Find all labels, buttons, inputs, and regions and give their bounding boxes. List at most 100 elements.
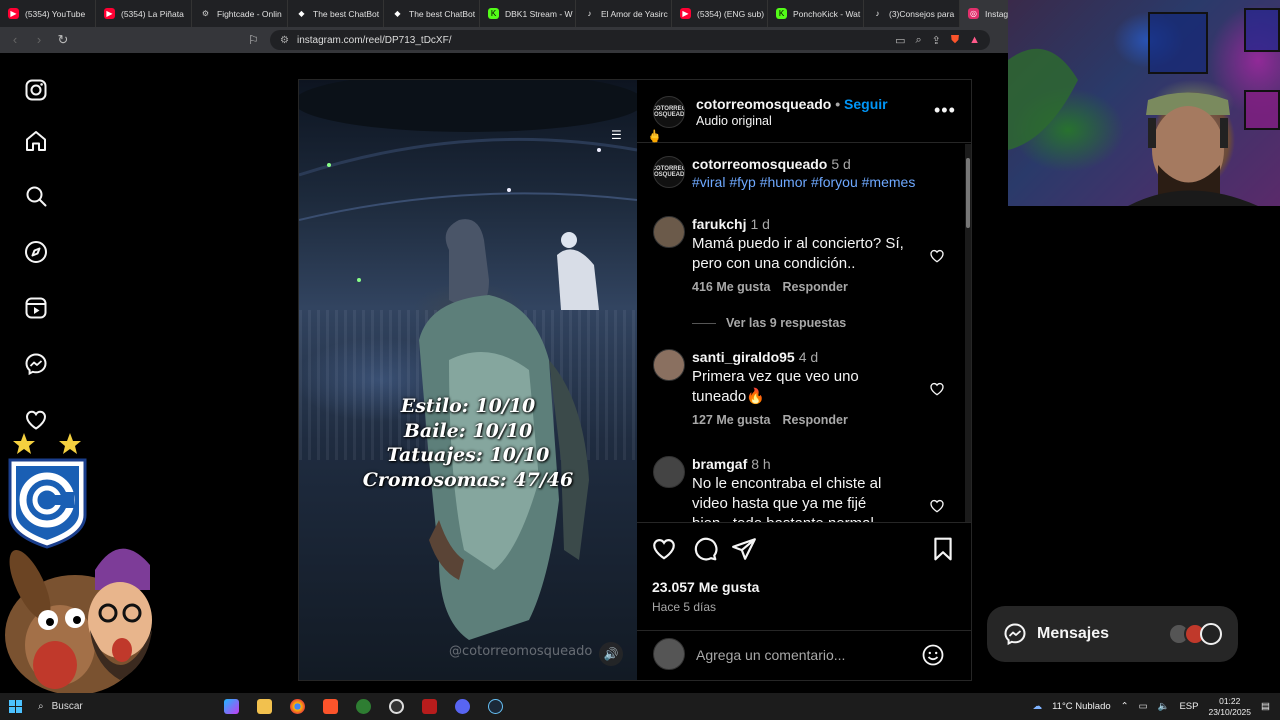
comment-username[interactable]: bramgaf [692, 456, 747, 472]
reply-button[interactable]: Responder [783, 413, 848, 427]
author-username[interactable]: cotorreomosqueado [696, 96, 831, 112]
comment-username[interactable]: santi_giraldo95 [692, 349, 795, 365]
copilot-app-icon[interactable] [215, 693, 248, 720]
comment-meta: 127 Me gusta Responder [692, 413, 892, 427]
video-frame-figure [299, 80, 637, 640]
reels-icon[interactable] [22, 294, 50, 322]
zoom-icon[interactable]: ⌕ [915, 34, 921, 47]
avatar [1200, 623, 1222, 645]
home-icon[interactable] [22, 127, 50, 155]
author-avatar[interactable]: COTORREO MOSQUEADO [653, 96, 685, 128]
browser-tab[interactable]: ◆ The best ChatBot [288, 0, 384, 27]
back-arrow-icon[interactable]: ‹ [8, 33, 22, 47]
share-icon[interactable]: ⇪ [932, 34, 941, 47]
scrollbar-thumb[interactable] [966, 158, 970, 228]
cast-icon[interactable]: ▭ [895, 34, 905, 47]
reel-video[interactable]: ☰ Estilo: 10/10 Baile: 10/10 Tatuajes: 1… [299, 80, 637, 680]
volume-icon[interactable]: 🔊 [599, 642, 623, 666]
message-avatars [1168, 623, 1222, 645]
messenger-icon[interactable] [22, 350, 50, 378]
chevron-up-icon[interactable]: ⌃ [1121, 701, 1129, 712]
browser-tab[interactable]: ♪ El Amor de Yasirc [576, 0, 672, 27]
network-icon[interactable]: ▭ [1139, 701, 1148, 712]
share-send-icon[interactable] [731, 536, 757, 562]
site-info-icon[interactable]: ⚙ [280, 35, 289, 46]
more-options-icon[interactable]: ••• [934, 100, 956, 121]
post-likes-count[interactable]: 23.057 Me gusta [652, 579, 759, 595]
post-author[interactable]: cotorreomosqueado • Seguir [696, 96, 888, 112]
comment-likes[interactable]: 416 Me gusta [692, 280, 771, 294]
browser-tab[interactable]: ♪ (3)Consejos para [864, 0, 960, 27]
browser-tab[interactable]: ▶ (5354) YouTube [0, 0, 96, 27]
volume-icon[interactable]: 🔈 [1158, 701, 1170, 712]
comment-body: bramgaf 8 h No le encontraba el chiste al… [692, 456, 907, 522]
streamer-figure [1008, 48, 1258, 206]
reply-button[interactable]: Responder [783, 280, 848, 294]
comment-time: 1 d [750, 216, 770, 232]
comment-bubble-icon[interactable] [692, 536, 718, 562]
weather-text[interactable]: 11°C Nublado [1052, 701, 1111, 712]
taskbar-search[interactable]: ⌕ Buscar [30, 693, 215, 720]
chrome-icon[interactable] [281, 693, 314, 720]
brave-rewards-icon[interactable]: ▲ [969, 34, 980, 47]
follow-button[interactable]: Seguir [844, 96, 888, 112]
comment-username[interactable]: farukchj [692, 216, 746, 232]
forward-arrow-icon[interactable]: › [32, 33, 46, 47]
instagram-logo-icon[interactable] [22, 76, 50, 104]
emoji-icon[interactable] [921, 643, 945, 667]
browser-tab[interactable]: ◆ The best ChatBot [384, 0, 480, 27]
clock-time: 01:22 [1219, 695, 1241, 706]
file-explorer-icon[interactable] [248, 693, 281, 720]
audio-link[interactable]: Audio original [696, 114, 772, 128]
clock[interactable]: 01:22 23/10/2025 [1208, 696, 1251, 718]
discord-icon[interactable] [446, 693, 479, 720]
comment-text: No le encontraba el chiste al video hast… [692, 475, 882, 522]
view-replies-button[interactable]: Ver las 9 respuestas [692, 316, 846, 330]
windows-start-icon[interactable] [0, 693, 30, 720]
browser-tab[interactable]: ⚙ Fightcade - Onlin [192, 0, 288, 27]
search-icon[interactable] [22, 182, 50, 210]
app-icon[interactable] [347, 693, 380, 720]
save-bookmark-icon[interactable] [930, 536, 956, 562]
comment-avatar[interactable] [653, 349, 685, 381]
explore-compass-icon[interactable] [22, 238, 50, 266]
comment-time: 8 h [751, 456, 771, 472]
browser-tab[interactable]: ▶ (5354) (ENG sub) [672, 0, 768, 27]
browser-tab[interactable]: ▶ (5354) La Piñata [96, 0, 192, 27]
keyboard-language[interactable]: ESP [1179, 701, 1198, 712]
reload-icon[interactable]: ↻ [56, 33, 70, 47]
caption-hashtags[interactable]: #viral #fyp #humor #foryou #memes [692, 174, 915, 190]
bookmark-icon[interactable]: ⚐ [248, 33, 259, 47]
comment-avatar[interactable] [653, 456, 685, 488]
app-icon[interactable] [413, 693, 446, 720]
comment-avatar[interactable] [653, 216, 685, 248]
browser-tab[interactable]: K DBK1 Stream - W [480, 0, 576, 27]
video-options-icon[interactable]: ☰ [611, 128, 627, 142]
stream-sticker-overlay [0, 425, 170, 695]
comment-likes[interactable]: 127 Me gusta [692, 413, 771, 427]
notifications-icon[interactable]: ▤ [1261, 701, 1270, 712]
video-watermark: @cotorreomosqueado [449, 644, 593, 659]
like-heart-icon[interactable] [651, 536, 677, 562]
add-comment-bar [637, 630, 971, 680]
comment-input[interactable] [696, 644, 916, 666]
like-comment-heart-icon[interactable] [929, 381, 945, 397]
steam-icon[interactable] [479, 693, 512, 720]
like-comment-heart-icon[interactable] [929, 498, 945, 514]
youtube-icon: ▶ [8, 8, 19, 19]
address-bar[interactable]: ⚙ instagram.com/reel/DP713_tDcXF/ ▭ ⌕ ⇪ … [270, 30, 990, 50]
messages-dock[interactable]: Mensajes [987, 606, 1238, 662]
brave-browser-icon[interactable] [314, 693, 347, 720]
caption-username[interactable]: cotorreomosqueado [692, 156, 827, 172]
like-comment-heart-icon[interactable] [929, 248, 945, 264]
obs-icon[interactable] [380, 693, 413, 720]
taskbar-search-label: Buscar [51, 701, 83, 712]
weather-icon[interactable]: ☁ [1033, 701, 1043, 712]
comment-text: Primera vez que veo uno tuneado🔥 [692, 368, 859, 405]
brave-shield-icon[interactable]: ⛊ [951, 34, 959, 47]
youtube-icon: ▶ [680, 8, 691, 19]
browser-tab[interactable]: K PonchoKick - Wat [768, 0, 864, 27]
comments-scrollbar[interactable] [965, 144, 971, 522]
browser-tab-active[interactable]: ◎Instagram [960, 0, 1010, 27]
caption-avatar[interactable]: COTORREO MOSQUEADO [653, 156, 685, 188]
